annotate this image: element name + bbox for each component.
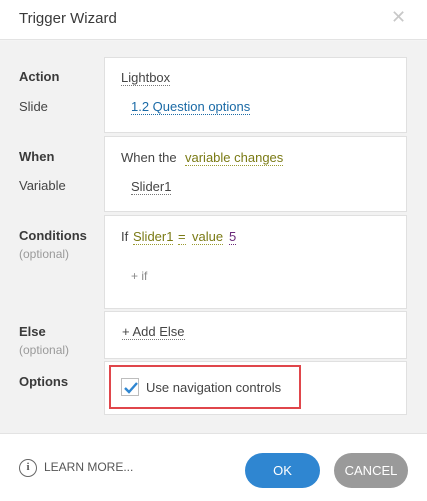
conditions-panel: If Slider1 = value 5 + if bbox=[104, 215, 407, 309]
else-label: Else bbox=[19, 324, 46, 339]
action-panel: Lightbox 1.2 Question options bbox=[104, 57, 407, 133]
condition-variable-dropdown[interactable]: Slider1 bbox=[133, 229, 174, 245]
condition-operator-dropdown[interactable]: = bbox=[178, 229, 186, 245]
condition-value-field[interactable]: 5 bbox=[229, 229, 237, 245]
ok-button[interactable]: OK bbox=[245, 453, 320, 488]
add-else-button[interactable]: + Add Else bbox=[122, 324, 185, 340]
options-label: Options bbox=[19, 374, 69, 389]
conditions-optional: (optional) bbox=[19, 247, 70, 261]
dialog-footer: i LEARN MORE... OK CANCEL bbox=[0, 433, 427, 501]
info-icon[interactable]: i bbox=[19, 459, 37, 477]
checkmark-icon bbox=[124, 382, 138, 394]
window-title: Trigger Wizard bbox=[19, 10, 117, 27]
title-bar: Trigger Wizard ✕ bbox=[0, 0, 427, 40]
use-navigation-controls-option[interactable]: Use navigation controls bbox=[109, 365, 301, 409]
condition-type-dropdown[interactable]: value bbox=[192, 229, 224, 245]
use-navigation-checkbox[interactable] bbox=[121, 378, 139, 396]
add-if-button[interactable]: + if bbox=[131, 269, 147, 283]
learn-more-link[interactable]: LEARN MORE... bbox=[44, 460, 133, 474]
when-label: When bbox=[19, 149, 55, 164]
action-label: Action bbox=[19, 69, 60, 84]
action-dropdown[interactable]: Lightbox bbox=[121, 70, 171, 86]
else-optional: (optional) bbox=[19, 343, 70, 357]
use-navigation-label: Use navigation controls bbox=[146, 380, 282, 395]
if-word: If bbox=[121, 229, 129, 244]
close-icon[interactable]: ✕ bbox=[391, 9, 406, 27]
when-panel: When the variable changes Slider1 bbox=[104, 136, 407, 212]
variable-dropdown[interactable]: Slider1 bbox=[131, 179, 172, 195]
slide-dropdown[interactable]: 1.2 Question options bbox=[131, 99, 251, 115]
variable-label: Variable bbox=[19, 178, 66, 193]
conditions-label: Conditions bbox=[19, 228, 87, 243]
event-dropdown[interactable]: variable changes bbox=[185, 150, 284, 166]
else-panel: + Add Else bbox=[104, 311, 407, 359]
slide-label: Slide bbox=[19, 99, 48, 114]
cancel-button[interactable]: CANCEL bbox=[334, 453, 408, 488]
when-prefix: When the bbox=[121, 150, 177, 165]
